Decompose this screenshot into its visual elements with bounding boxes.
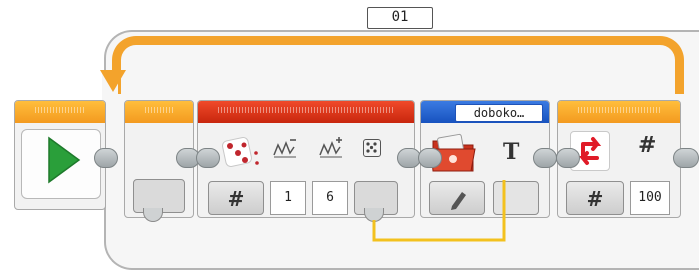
upper-bound-input[interactable]: 6 bbox=[312, 181, 348, 215]
random-mode-selector[interactable]: # bbox=[208, 181, 264, 215]
display-out-connector[interactable] bbox=[533, 148, 557, 168]
loop-end-out-connector[interactable] bbox=[673, 148, 699, 168]
loop-end-in-connector[interactable] bbox=[556, 148, 580, 168]
display-file-label[interactable]: doboko… bbox=[455, 104, 543, 122]
upper-bound-icon bbox=[316, 137, 346, 163]
lower-bound-icon bbox=[270, 137, 300, 163]
loop-bar bbox=[112, 36, 684, 94]
random-output-icon bbox=[363, 139, 381, 157]
start-connector[interactable] bbox=[94, 148, 118, 168]
loop-name-label[interactable]: 01 bbox=[367, 7, 433, 29]
random-in-connector[interactable] bbox=[196, 148, 220, 168]
dice-icon bbox=[222, 137, 259, 167]
loop-count-symbol: # bbox=[638, 133, 657, 158]
play-icon bbox=[48, 136, 81, 184]
lower-bound-input[interactable]: 1 bbox=[270, 181, 306, 215]
display-in-connector[interactable] bbox=[418, 148, 442, 168]
start-block[interactable] bbox=[14, 100, 106, 210]
loop-back-arrow-icon bbox=[100, 70, 126, 92]
data-wire[interactable] bbox=[360, 170, 520, 250]
loop-mode-selector[interactable]: # bbox=[566, 181, 624, 215]
loop-count-input[interactable]: 100 bbox=[630, 181, 670, 215]
display-text-icon: T bbox=[503, 139, 520, 165]
